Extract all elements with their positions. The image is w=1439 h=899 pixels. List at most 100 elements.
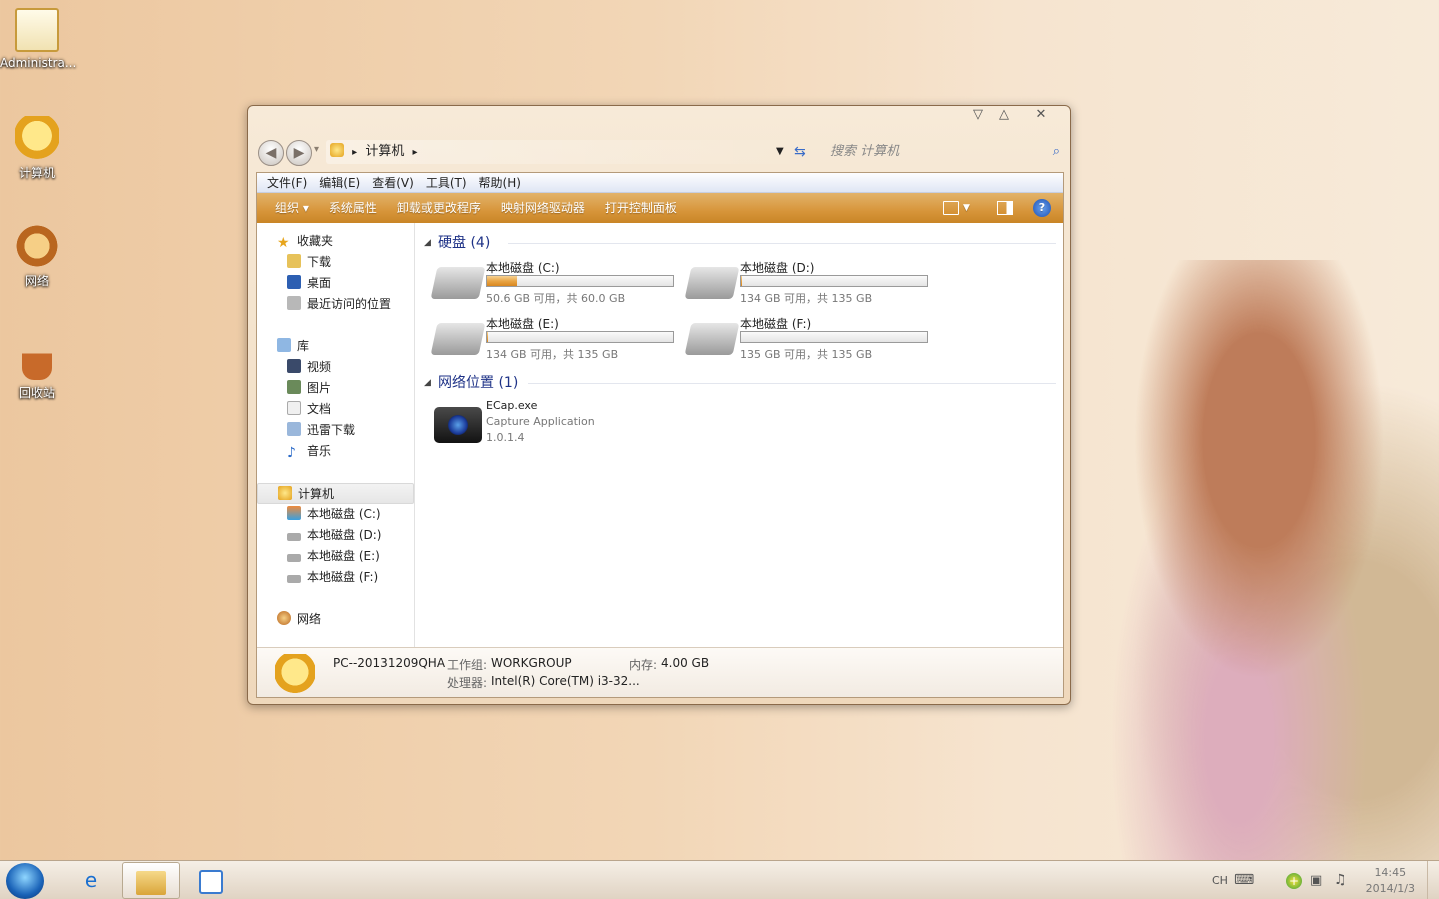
nav-item-documents[interactable]: 文档 [257, 399, 414, 420]
uninstall-program-button[interactable]: 卸载或更改程序 [387, 193, 491, 223]
media-player-icon[interactable] [182, 862, 240, 899]
start-button[interactable] [6, 863, 44, 899]
breadcrumb-separator[interactable]: ▸ [352, 147, 357, 158]
nav-item-pictures[interactable]: 图片 [257, 378, 414, 399]
nav-item-xunlei[interactable]: 迅雷下载 [257, 420, 414, 441]
close-button[interactable]: ✕ [1026, 106, 1056, 126]
camera-icon [434, 407, 482, 443]
nav-favorites[interactable]: ★ 收藏夹 [257, 231, 414, 252]
library-icon [277, 338, 291, 352]
desktop-icon-network[interactable]: 网络 [0, 224, 74, 289]
breadcrumb-computer[interactable]: 计算机 [365, 144, 404, 159]
system-properties-button[interactable]: 系统属性 [319, 193, 387, 223]
computer-icon [275, 654, 315, 694]
refresh-icon[interactable]: ⇆ [794, 140, 806, 164]
desktop-icon-computer[interactable]: 计算机 [0, 116, 74, 181]
cpu-label: 处理器: [447, 676, 488, 690]
hard-drive-icon [430, 323, 486, 355]
drive-usage-bar [486, 275, 674, 287]
taskbar: e CH ⌨ + ▣ ♫ 14:45 2014/1/3 [0, 860, 1439, 899]
back-button[interactable]: ◀ [258, 140, 284, 166]
view-dropdown-icon[interactable]: ▼ [963, 193, 970, 223]
map-network-drive-button[interactable]: 映射网络驱动器 [491, 193, 595, 223]
nav-item-recent[interactable]: 最近访问的位置 [257, 294, 414, 315]
drive-item-c[interactable]: 本地磁盘 (C:) 50.6 GB 可用，共 60.0 GB [430, 257, 688, 313]
download-folder-icon [287, 254, 301, 268]
drive-item-f[interactable]: 本地磁盘 (F:) 135 GB 可用，共 135 GB [684, 313, 942, 369]
open-control-panel-button[interactable]: 打开控制面板 [595, 193, 687, 223]
music-icon: ♪ [287, 445, 296, 461]
menu-edit[interactable]: 编辑(E) [313, 173, 366, 192]
drive-item-d[interactable]: 本地磁盘 (D:) 134 GB 可用，共 135 GB [684, 257, 942, 313]
nav-libraries[interactable]: 库 [257, 336, 414, 357]
desktop-icon-administrator[interactable]: Administra... [0, 8, 76, 70]
view-options-icon[interactable] [943, 201, 959, 215]
nav-network[interactable]: 网络 [257, 609, 414, 630]
volume-icon[interactable]: ♫ [1334, 861, 1347, 899]
menu-help[interactable]: 帮助(H) [473, 173, 527, 192]
maximize-button[interactable]: △ [990, 106, 1018, 126]
windows-drive-icon [430, 267, 486, 299]
explorer-taskbar-button[interactable] [122, 862, 180, 899]
desktop-icon-recycle-bin[interactable]: 回收站 [0, 336, 74, 401]
drive-usage-bar [486, 331, 674, 343]
preview-pane-icon[interactable] [997, 201, 1013, 215]
address-bar[interactable]: ▸ 计算机 ▸ ▼ ⇆ [326, 140, 822, 164]
nav-item-drive-d[interactable]: 本地磁盘 (D:) [257, 525, 414, 546]
desktop-icon [287, 275, 301, 289]
recent-places-icon [287, 296, 301, 310]
menu-tools[interactable]: 工具(T) [420, 173, 473, 192]
group-header-drives[interactable]: 硬盘 (4) [424, 233, 1056, 253]
nav-item-drive-f[interactable]: 本地磁盘 (F:) [257, 567, 414, 588]
nav-item-music[interactable]: ♪ 音乐 [257, 441, 414, 462]
download-icon [287, 422, 301, 436]
hard-drive-icon [287, 533, 301, 541]
nav-item-downloads[interactable]: 下载 [257, 252, 414, 273]
network-tray-icon[interactable]: ▣ [1310, 861, 1322, 899]
clock-date: 2014/1/3 [1365, 882, 1415, 895]
forward-button[interactable]: ▶ [286, 140, 312, 166]
hard-drive-icon [684, 323, 740, 355]
show-desktop-button[interactable] [1427, 861, 1439, 899]
command-bar: 组织 ▾ 系统属性 卸载或更改程序 映射网络驱动器 打开控制面板 ▼ ? [257, 193, 1063, 223]
menu-bar: 文件(F) 编辑(E) 查看(V) 工具(T) 帮助(H) [257, 173, 1063, 193]
organize-button[interactable]: 组织 ▾ [265, 193, 319, 223]
group-header-network[interactable]: 网络位置 (1) [424, 373, 1056, 393]
clock[interactable]: 14:45 2014/1/3 [1366, 865, 1415, 897]
security-tray-icon[interactable]: + [1286, 873, 1302, 889]
menu-file[interactable]: 文件(F) [261, 173, 313, 192]
cpu-value: Intel(R) Core(TM) i3-32... [491, 674, 640, 688]
document-icon [287, 401, 301, 415]
address-dropdown-icon[interactable]: ▼ [776, 140, 784, 164]
menu-view[interactable]: 查看(V) [366, 173, 420, 192]
nav-computer[interactable]: 计算机 [257, 483, 414, 504]
network-icon [15, 224, 59, 268]
nav-item-drive-c[interactable]: 本地磁盘 (C:) [257, 504, 414, 525]
content-pane: 硬盘 (4) 本地磁盘 (C:) 50.6 GB 可用，共 60.0 GB 本地… [416, 223, 1064, 647]
breadcrumb-separator-2[interactable]: ▸ [412, 147, 417, 158]
explorer-window: ▽ △ ✕ ◀ ▶ ▾ ▸ 计算机 ▸ ▼ ⇆ 搜索 计算机 ⌕ 文件(F) 编… [247, 105, 1071, 705]
nav-item-videos[interactable]: 视频 [257, 357, 414, 378]
minimize-button[interactable]: ▽ [964, 106, 992, 126]
workgroup-value: WORKGROUP [491, 656, 572, 670]
star-icon: ★ [277, 235, 290, 251]
nav-item-desktop[interactable]: 桌面 [257, 273, 414, 294]
language-indicator[interactable]: CH [1212, 861, 1228, 899]
recent-pages-dropdown[interactable]: ▾ [314, 144, 319, 155]
pc-name: PC--20131209QHA [333, 656, 446, 670]
picture-icon [287, 380, 301, 394]
network-item-ecap[interactable]: ECap.exe Capture Application 1.0.1.4 [434, 399, 1056, 455]
keyboard-icon[interactable]: ⌨ [1234, 861, 1254, 899]
search-input[interactable]: 搜索 计算机 ⌕ [822, 140, 1064, 164]
drive-item-e[interactable]: 本地磁盘 (E:) 134 GB 可用，共 135 GB [430, 313, 688, 369]
search-icon[interactable]: ⌕ [1053, 140, 1060, 164]
document-icon [15, 8, 59, 52]
desktop-wallpaper-photo [1039, 260, 1439, 860]
computer-icon [15, 116, 59, 160]
internet-explorer-icon[interactable]: e [62, 862, 120, 899]
hard-drive-icon [287, 554, 301, 562]
nav-item-drive-e[interactable]: 本地磁盘 (E:) [257, 546, 414, 567]
video-icon [287, 359, 301, 373]
workgroup-label: 工作组: [447, 658, 488, 672]
help-icon[interactable]: ? [1033, 199, 1051, 217]
